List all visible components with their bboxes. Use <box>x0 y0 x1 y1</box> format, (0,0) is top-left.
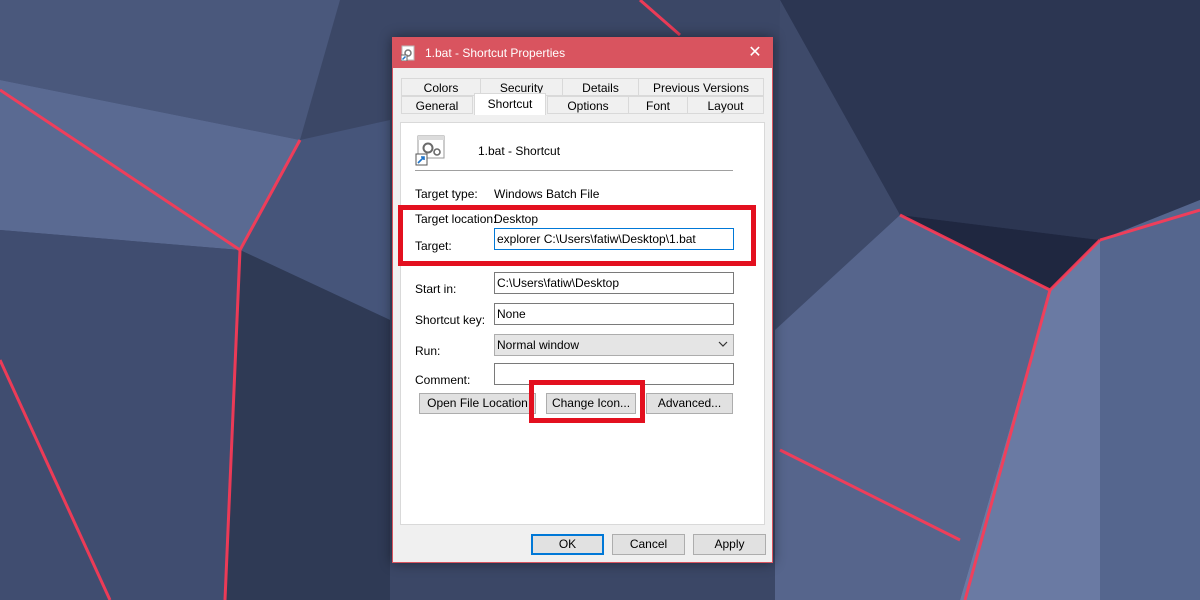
shortcut-key-label: Shortcut key: <box>415 313 486 327</box>
tab-font[interactable]: Font <box>628 96 688 114</box>
cancel-button[interactable]: Cancel <box>612 534 685 555</box>
open-file-location-button[interactable]: Open File Location <box>419 393 536 414</box>
tab-general[interactable]: General <box>401 96 473 114</box>
run-select[interactable]: Normal window <box>494 334 734 356</box>
shortcut-file-icon <box>400 45 417 62</box>
start-in-input[interactable]: C:\Users\fatiw\Desktop <box>494 272 734 294</box>
target-type-label: Target type: <box>415 187 478 201</box>
batch-file-gear-icon <box>415 134 447 166</box>
tab-previous-versions[interactable]: Previous Versions <box>638 78 764 96</box>
close-button[interactable]: ✕ <box>738 38 772 68</box>
run-label: Run: <box>415 344 441 358</box>
apply-button[interactable]: Apply <box>693 534 766 555</box>
tab-details[interactable]: Details <box>562 78 639 96</box>
start-in-label: Start in: <box>415 282 457 296</box>
close-icon: ✕ <box>748 44 762 61</box>
target-highlight-box <box>398 205 756 266</box>
tab-shortcut[interactable]: Shortcut <box>474 93 546 115</box>
run-select-value: Normal window <box>497 338 580 352</box>
tab-colors[interactable]: Colors <box>401 78 481 96</box>
shortcut-properties-dialog: 1.bat - Shortcut Properties ✕ Colors Sec… <box>392 37 773 563</box>
change-icon-highlight-box <box>529 380 645 423</box>
target-type-value: Windows Batch File <box>494 187 600 201</box>
comment-label: Comment: <box>415 373 471 387</box>
shortcut-key-input[interactable]: None <box>494 303 734 325</box>
tab-layout[interactable]: Layout <box>687 96 764 114</box>
dialog-title: 1.bat - Shortcut Properties <box>425 46 566 60</box>
ok-button[interactable]: OK <box>531 534 604 555</box>
advanced-button[interactable]: Advanced... <box>646 393 733 414</box>
separator <box>415 170 733 171</box>
shortcut-tab-panel: 1.bat - Shortcut Target type: Windows Ba… <box>400 122 765 525</box>
chevron-down-icon <box>717 337 729 357</box>
title-bar[interactable]: 1.bat - Shortcut Properties ✕ <box>393 38 772 68</box>
tab-options[interactable]: Options <box>547 96 629 114</box>
shortcut-name: 1.bat - Shortcut <box>478 144 561 158</box>
